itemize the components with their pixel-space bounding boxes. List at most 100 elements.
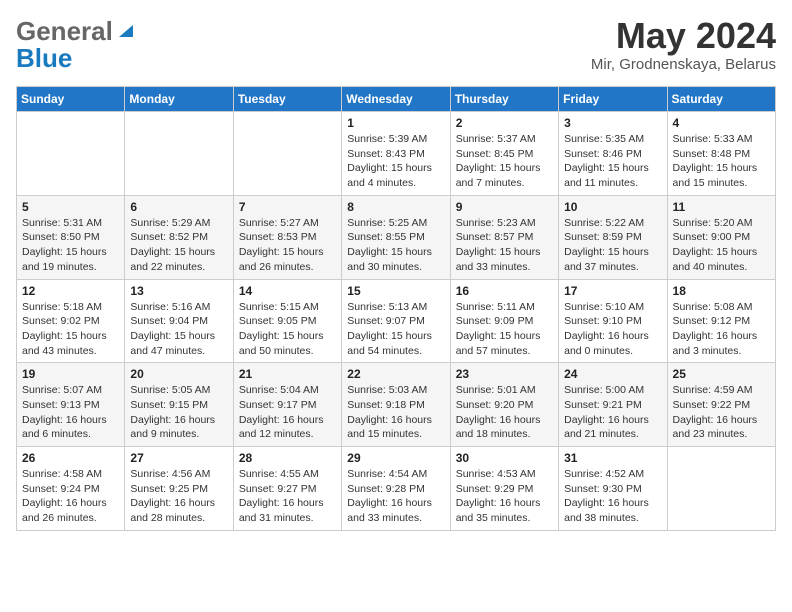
- day-number: 18: [673, 284, 770, 298]
- calendar-cell: 18 Sunrise: 5:08 AMSunset: 9:12 PMDayligh…: [667, 279, 775, 363]
- day-info: Sunrise: 5:23 AMSunset: 8:57 PMDaylight:…: [456, 216, 553, 275]
- logo-blue: Blue: [16, 43, 72, 74]
- day-number: 31: [564, 451, 661, 465]
- day-info: Sunrise: 4:53 AMSunset: 9:29 PMDaylight:…: [456, 467, 553, 526]
- day-number: 5: [22, 200, 119, 214]
- calendar-cell: 7Sunrise: 5:27 AMSunset: 8:53 PMDaylight…: [233, 195, 341, 279]
- day-number: 13: [130, 284, 227, 298]
- day-info: Sunrise: 4:58 AMSunset: 9:24 PMDaylight:…: [22, 467, 119, 526]
- day-info: Sunrise: 5:31 AMSunset: 8:50 PMDaylight:…: [22, 216, 119, 275]
- location: Mir, Grodnenskaya, Belarus: [591, 56, 776, 73]
- day-info: Sunrise: 4:52 AMSunset: 9:30 PMDaylight:…: [564, 467, 661, 526]
- day-info: Sunrise: 5:05 AMSunset: 9:15 PMDaylight:…: [130, 383, 227, 442]
- calendar-cell: 17Sunrise: 5:10 AMSunset: 9:10 PMDayligh…: [559, 279, 667, 363]
- calendar-cell: 29 Sunrise: 4:54 AMSunset: 9:28 PMDayligh…: [342, 447, 450, 531]
- day-info: Sunrise: 5:18 AMSunset: 9:02 PMDaylight:…: [22, 300, 119, 359]
- day-number: 20: [130, 367, 227, 381]
- calendar-week-row: 19Sunrise: 5:07 AMSunset: 9:13 PMDayligh…: [17, 363, 776, 447]
- calendar-cell: 23 Sunrise: 5:01 AMSunset: 9:20 PMDayligh…: [450, 363, 558, 447]
- day-number: 28: [239, 451, 336, 465]
- calendar-cell: [17, 112, 125, 196]
- day-number: 22: [347, 367, 444, 381]
- day-info: Sunrise: 4:54 AMSunset: 9:28 PMDaylight:…: [347, 467, 444, 526]
- calendar-cell: 24 Sunrise: 5:00 AMSunset: 9:21 PMDayligh…: [559, 363, 667, 447]
- calendar-cell: 26 Sunrise: 4:58 AMSunset: 9:24 PMDayligh…: [17, 447, 125, 531]
- calendar-cell: 30 Sunrise: 4:53 AMSunset: 9:29 PMDayligh…: [450, 447, 558, 531]
- day-number: 3: [564, 116, 661, 130]
- calendar-cell: 31 Sunrise: 4:52 AMSunset: 9:30 PMDayligh…: [559, 447, 667, 531]
- day-number: 1: [347, 116, 444, 130]
- day-number: 12: [22, 284, 119, 298]
- weekday-header: Wednesday: [342, 87, 450, 112]
- day-number: 9: [456, 200, 553, 214]
- calendar-cell: 27Sunrise: 4:56 AMSunset: 9:25 PMDayligh…: [125, 447, 233, 531]
- day-number: 27: [130, 451, 227, 465]
- calendar-cell: 6 Sunrise: 5:29 AMSunset: 8:52 PMDaylight…: [125, 195, 233, 279]
- day-info: Sunrise: 4:59 AMSunset: 9:22 PMDaylight:…: [673, 383, 770, 442]
- day-number: 23: [456, 367, 553, 381]
- calendar-cell: 11 Sunrise: 5:20 AMSunset: 9:00 PMDayligh…: [667, 195, 775, 279]
- day-info: Sunrise: 5:01 AMSunset: 9:20 PMDaylight:…: [456, 383, 553, 442]
- day-number: 15: [347, 284, 444, 298]
- day-number: 19: [22, 367, 119, 381]
- day-number: 26: [22, 451, 119, 465]
- day-info: Sunrise: 5:08 AMSunset: 9:12 PMDaylight:…: [673, 300, 770, 359]
- calendar-week-row: 26 Sunrise: 4:58 AMSunset: 9:24 PMDayligh…: [17, 447, 776, 531]
- calendar-cell: 2Sunrise: 5:37 AMSunset: 8:45 PMDaylight…: [450, 112, 558, 196]
- day-info: Sunrise: 5:33 AMSunset: 8:48 PMDaylight:…: [673, 132, 770, 191]
- day-number: 11: [673, 200, 770, 214]
- day-info: Sunrise: 5:35 AMSunset: 8:46 PMDaylight:…: [564, 132, 661, 191]
- day-number: 17: [564, 284, 661, 298]
- day-info: Sunrise: 5:22 AMSunset: 8:59 PMDaylight:…: [564, 216, 661, 275]
- weekday-header: Tuesday: [233, 87, 341, 112]
- weekday-header: Friday: [559, 87, 667, 112]
- calendar-cell: 16Sunrise: 5:11 AMSunset: 9:09 PMDayligh…: [450, 279, 558, 363]
- day-number: 30: [456, 451, 553, 465]
- calendar-cell: [667, 447, 775, 531]
- day-number: 24: [564, 367, 661, 381]
- day-number: 7: [239, 200, 336, 214]
- day-info: Sunrise: 5:25 AMSunset: 8:55 PMDaylight:…: [347, 216, 444, 275]
- day-info: Sunrise: 5:39 AMSunset: 8:43 PMDaylight:…: [347, 132, 444, 191]
- calendar-cell: [233, 112, 341, 196]
- month-title: May 2024: [591, 16, 776, 56]
- weekday-header: Monday: [125, 87, 233, 112]
- weekday-header: Saturday: [667, 87, 775, 112]
- calendar-cell: 21 Sunrise: 5:04 AMSunset: 9:17 PMDayligh…: [233, 363, 341, 447]
- day-info: Sunrise: 5:15 AMSunset: 9:05 PMDaylight:…: [239, 300, 336, 359]
- calendar-cell: 19Sunrise: 5:07 AMSunset: 9:13 PMDayligh…: [17, 363, 125, 447]
- calendar-cell: 3 Sunrise: 5:35 AMSunset: 8:46 PMDaylight…: [559, 112, 667, 196]
- calendar-cell: [125, 112, 233, 196]
- calendar-cell: 9 Sunrise: 5:23 AMSunset: 8:57 PMDaylight…: [450, 195, 558, 279]
- page-header: General Blue May 2024 Mir, Grodnenskaya,…: [16, 16, 776, 74]
- calendar-cell: 22 Sunrise: 5:03 AMSunset: 9:18 PMDayligh…: [342, 363, 450, 447]
- day-number: 10: [564, 200, 661, 214]
- calendar-cell: 25 Sunrise: 4:59 AMSunset: 9:22 PMDayligh…: [667, 363, 775, 447]
- calendar-cell: 13Sunrise: 5:16 AMSunset: 9:04 PMDayligh…: [125, 279, 233, 363]
- day-info: Sunrise: 5:03 AMSunset: 9:18 PMDaylight:…: [347, 383, 444, 442]
- day-number: 21: [239, 367, 336, 381]
- logo-arrow-icon: [115, 19, 137, 41]
- calendar-cell: 20 Sunrise: 5:05 AMSunset: 9:15 PMDayligh…: [125, 363, 233, 447]
- day-info: Sunrise: 5:00 AMSunset: 9:21 PMDaylight:…: [564, 383, 661, 442]
- day-info: Sunrise: 5:29 AMSunset: 8:52 PMDaylight:…: [130, 216, 227, 275]
- calendar-cell: 15 Sunrise: 5:13 AMSunset: 9:07 PMDayligh…: [342, 279, 450, 363]
- calendar-cell: 4Sunrise: 5:33 AMSunset: 8:48 PMDaylight…: [667, 112, 775, 196]
- calendar-week-row: 5 Sunrise: 5:31 AMSunset: 8:50 PMDaylight…: [17, 195, 776, 279]
- calendar-cell: 10 Sunrise: 5:22 AMSunset: 8:59 PMDayligh…: [559, 195, 667, 279]
- day-info: Sunrise: 5:37 AMSunset: 8:45 PMDaylight:…: [456, 132, 553, 191]
- calendar-week-row: 1 Sunrise: 5:39 AMSunset: 8:43 PMDaylight…: [17, 112, 776, 196]
- day-info: Sunrise: 5:04 AMSunset: 9:17 PMDaylight:…: [239, 383, 336, 442]
- day-info: Sunrise: 5:20 AMSunset: 9:00 PMDaylight:…: [673, 216, 770, 275]
- day-number: 14: [239, 284, 336, 298]
- day-number: 25: [673, 367, 770, 381]
- day-number: 16: [456, 284, 553, 298]
- title-block: May 2024 Mir, Grodnenskaya, Belarus: [591, 16, 776, 73]
- day-info: Sunrise: 5:13 AMSunset: 9:07 PMDaylight:…: [347, 300, 444, 359]
- day-info: Sunrise: 4:55 AMSunset: 9:27 PMDaylight:…: [239, 467, 336, 526]
- day-number: 6: [130, 200, 227, 214]
- day-number: 8: [347, 200, 444, 214]
- day-number: 29: [347, 451, 444, 465]
- calendar-cell: 5 Sunrise: 5:31 AMSunset: 8:50 PMDaylight…: [17, 195, 125, 279]
- calendar-cell: 28 Sunrise: 4:55 AMSunset: 9:27 PMDayligh…: [233, 447, 341, 531]
